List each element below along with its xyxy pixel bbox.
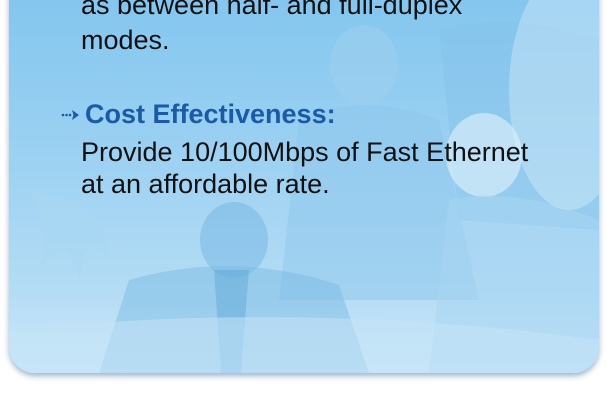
feature-panel: as between half- and full-duplex modes. … [9, 0, 599, 373]
dotted-arrow-icon [61, 109, 79, 120]
feature-description-line-2: at an affordable rate. [81, 169, 330, 199]
feature-heading: Cost Effectiveness: [85, 99, 336, 129]
intro-line-2: modes. [81, 25, 170, 55]
feature-description-line-1: Provide 10/100Mbps of Fast Ethernet [81, 137, 529, 167]
intro-line-1: as between half- and full-duplex [81, 0, 463, 20]
feature-heading-row: Cost Effectiveness: [61, 99, 336, 130]
